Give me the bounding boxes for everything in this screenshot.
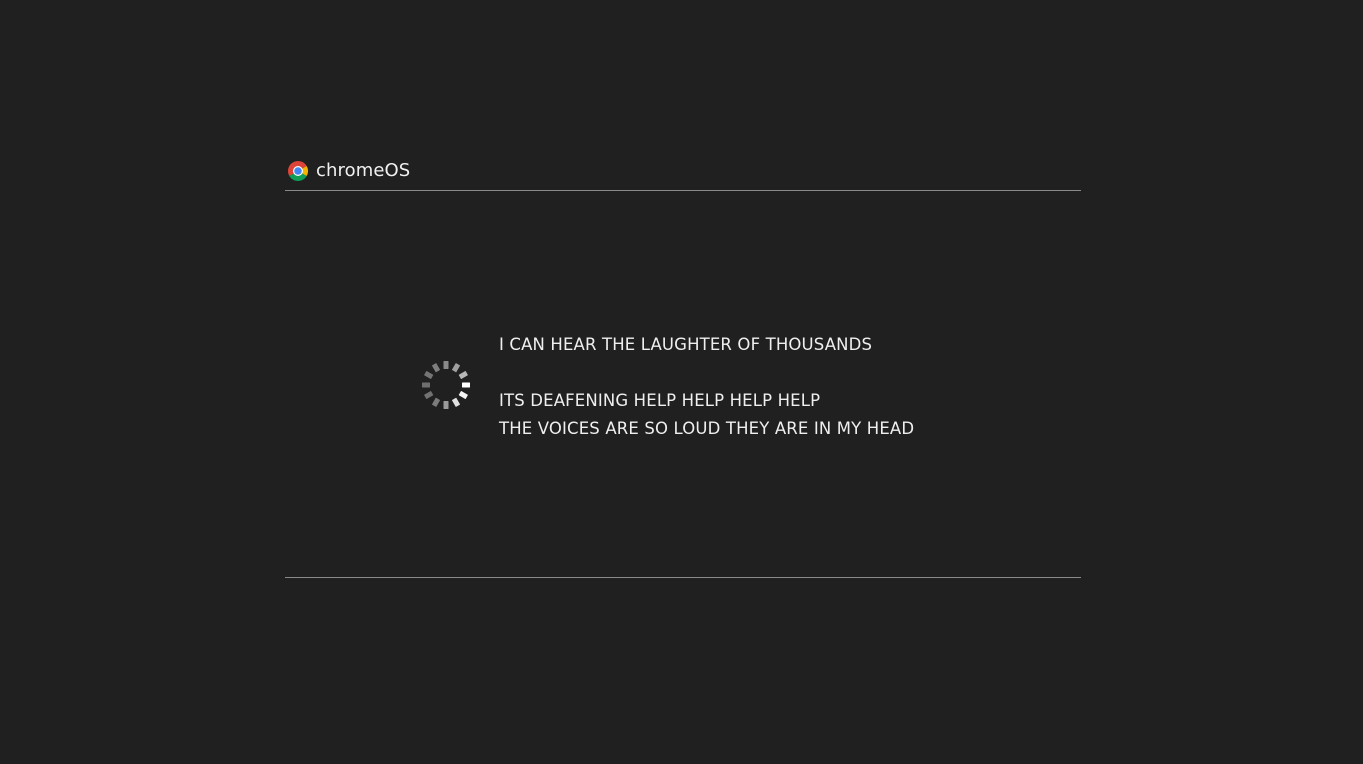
boot-message: I CAN HEAR THE LAUGHTER OF THOUSANDS ITS… (499, 331, 1059, 443)
chrome-logo-icon (287, 160, 309, 182)
brand: chromeOS (287, 159, 410, 183)
loading-spinner-icon (421, 360, 471, 410)
message-line: I CAN HEAR THE LAUGHTER OF THOUSANDS (499, 335, 873, 354)
boot-screen-frame: chromeOS I CAN HEAR THE LAUGHTER OF THOU… (285, 156, 1081, 578)
message-line: THE VOICES ARE SO LOUD THEY ARE IN MY HE… (499, 419, 915, 438)
boot-content: I CAN HEAR THE LAUGHTER OF THOUSANDS ITS… (285, 191, 1081, 578)
header-bar: chromeOS (285, 156, 1081, 191)
brand-label: chromeOS (316, 160, 411, 181)
message-line: ITS DEAFENING HELP HELP HELP HELP (499, 391, 821, 410)
